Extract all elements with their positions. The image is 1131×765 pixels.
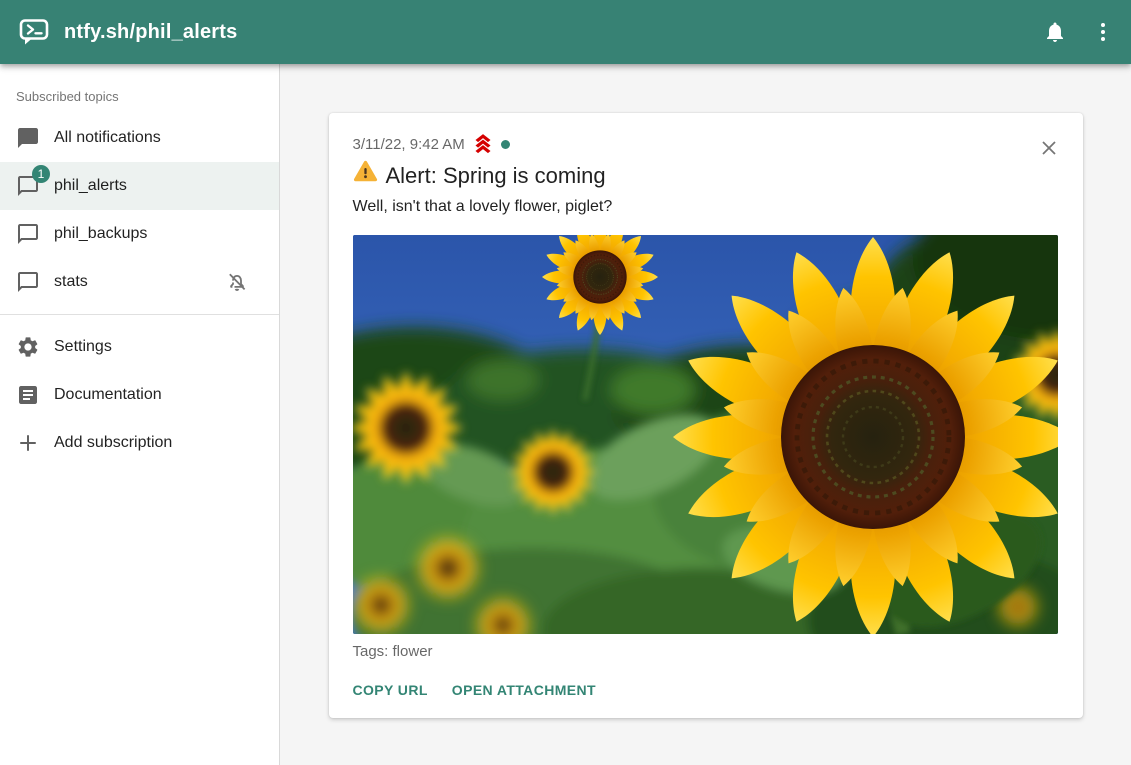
main-content: 3/11/22, 9:42 AM xyxy=(280,64,1131,765)
notification-title-row: Alert: Spring is coming xyxy=(353,159,1059,193)
bell-icon xyxy=(1043,20,1067,44)
plus-icon xyxy=(16,431,40,455)
gear-icon xyxy=(16,335,40,359)
sidebar-item-label: Add subscription xyxy=(54,434,263,452)
sidebar-item-phil-backups[interactable]: phil_backups xyxy=(0,210,279,258)
chat-bubble-outline-icon: 1 xyxy=(16,174,40,198)
notification-message: Well, isn't that a lovely flower, piglet… xyxy=(353,195,1059,219)
priority-max-icon xyxy=(472,133,494,155)
warning-icon xyxy=(353,159,378,193)
unread-dot xyxy=(501,140,510,149)
sidebar-item-phil-alerts[interactable]: 1 phil_alerts xyxy=(0,162,279,210)
sidebar-item-documentation[interactable]: Documentation xyxy=(0,371,279,419)
sidebar-item-label: stats xyxy=(54,273,225,291)
notification-timestamp: 3/11/22, 9:42 AM xyxy=(353,136,465,153)
kebab-menu-icon xyxy=(1091,20,1115,44)
overflow-menu-button[interactable] xyxy=(1079,8,1127,56)
notifications-bell-button[interactable] xyxy=(1031,8,1079,56)
app-title: ntfy.sh/phil_alerts xyxy=(64,21,1031,44)
sidebar-item-label: phil_alerts xyxy=(54,177,263,195)
notification-tags: Tags: flower xyxy=(353,643,1059,660)
sidebar-item-all-notifications[interactable]: All notifications xyxy=(0,114,279,162)
sidebar-item-label: All notifications xyxy=(54,129,263,147)
open-attachment-button[interactable]: OPEN ATTACHMENT xyxy=(444,676,604,704)
sidebar: Subscribed topics All notifications 1 ph… xyxy=(0,64,280,765)
sidebar-item-label: Settings xyxy=(54,338,263,356)
app-bar: ntfy.sh/phil_alerts xyxy=(0,0,1131,64)
chat-bubble-filled-icon xyxy=(16,126,40,150)
sidebar-divider xyxy=(0,314,279,315)
sidebar-item-label: Documentation xyxy=(54,386,263,404)
subscribed-topics-label: Subscribed topics xyxy=(0,72,279,114)
sidebar-item-settings[interactable]: Settings xyxy=(0,323,279,371)
chat-bubble-outline-icon xyxy=(16,222,40,246)
attachment-image[interactable] xyxy=(353,235,1058,634)
notifications-off-icon xyxy=(225,270,249,294)
ntfy-logo-icon xyxy=(18,16,50,48)
unread-count-badge: 1 xyxy=(32,165,50,183)
sidebar-item-stats[interactable]: stats xyxy=(0,258,279,306)
notification-title: Alert: Spring is coming xyxy=(386,160,606,192)
sidebar-item-label: phil_backups xyxy=(54,225,263,243)
close-icon xyxy=(1037,136,1061,160)
copy-url-button[interactable]: COPY URL xyxy=(345,676,436,704)
notification-card: 3/11/22, 9:42 AM xyxy=(329,113,1083,718)
chat-bubble-outline-icon xyxy=(16,270,40,294)
sidebar-item-add-subscription[interactable]: Add subscription xyxy=(0,419,279,467)
notification-actions: COPY URL OPEN ATTACHMENT xyxy=(345,676,1059,704)
article-icon xyxy=(16,383,40,407)
close-notification-button[interactable] xyxy=(1029,128,1069,168)
